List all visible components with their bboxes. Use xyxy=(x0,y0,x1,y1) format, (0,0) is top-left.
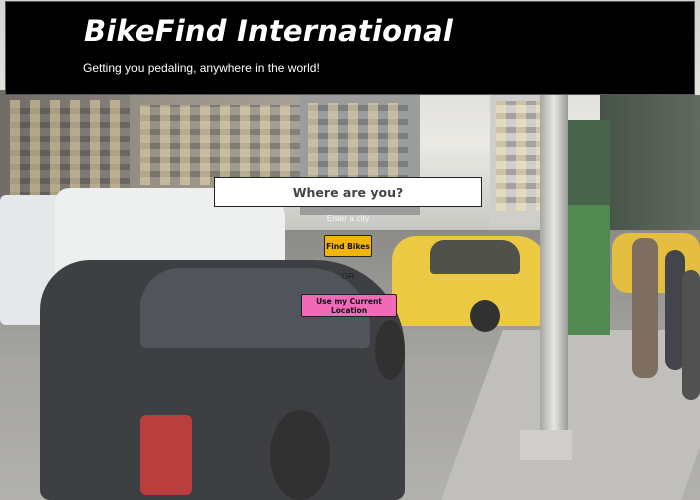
where-are-you-heading-box: Where are you? xyxy=(214,177,482,207)
site-title: BikeFind International xyxy=(84,14,453,48)
city-input[interactable] xyxy=(300,210,396,226)
find-bikes-button[interactable]: Find Bikes xyxy=(324,235,372,257)
site-tagline: Getting you pedaling, anywhere in the wo… xyxy=(83,61,320,75)
or-separator: OR xyxy=(341,271,355,281)
use-current-location-button[interactable]: Use my Current Location xyxy=(301,294,397,317)
site-header: BikeFind International Getting you pedal… xyxy=(5,1,695,95)
where-are-you-heading: Where are you? xyxy=(292,184,404,200)
